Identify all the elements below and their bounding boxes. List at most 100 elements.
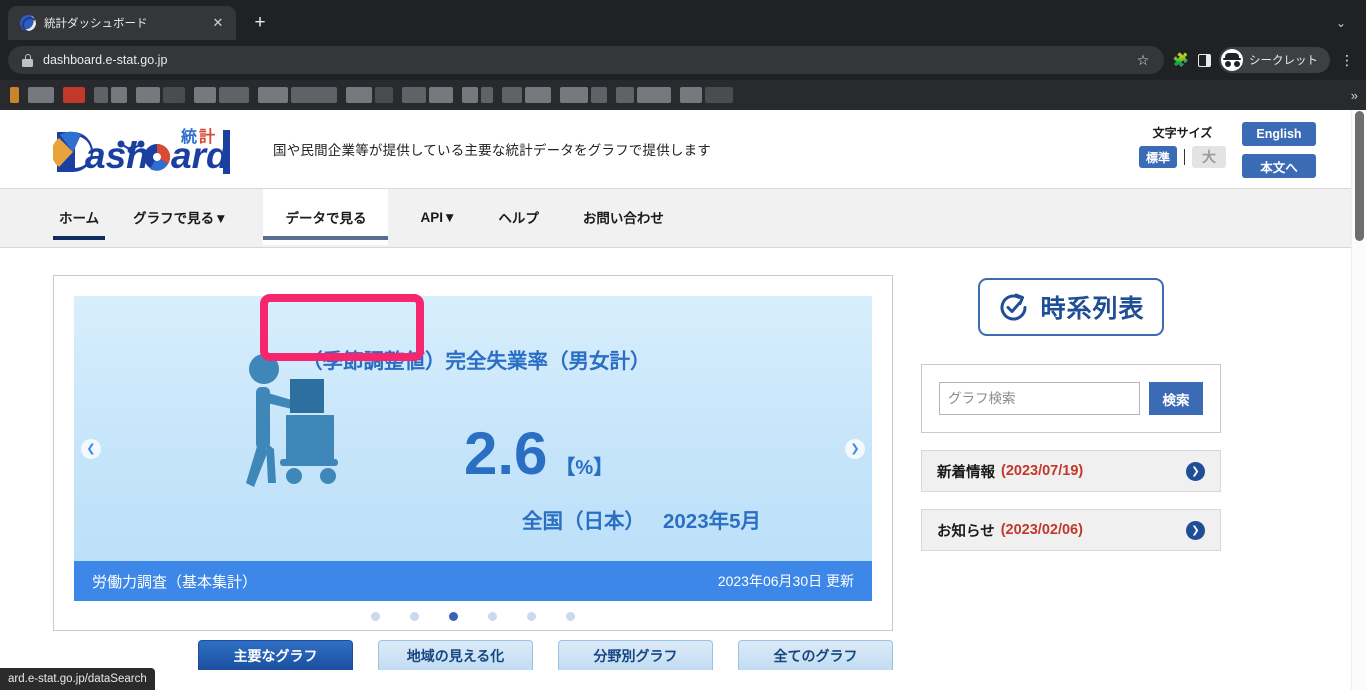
browser-menu-icon[interactable]: ⋮ [1336,55,1358,65]
carousel-dot[interactable] [371,612,380,621]
nav-item-label: ホーム [59,207,99,227]
bookmark-item[interactable] [194,86,249,104]
nav-item-home[interactable]: ホーム [53,189,105,245]
bookmark-item[interactable] [258,86,337,104]
tab-all-graphs[interactable]: 全てのグラフ [738,640,893,670]
main-content: （季節調整値）完全失業率（男女計） 2.6 【%】 全国（日本）2023年5月 … [0,248,1366,670]
font-size-standard-button[interactable]: 標準 [1139,146,1177,168]
new-tab-button[interactable]: + [246,9,274,37]
font-size-control: 文字サイズ 標準 大 [1139,120,1226,168]
statistic-banner[interactable]: （季節調整値）完全失業率（男女計） 2.6 【%】 全国（日本）2023年5月 … [74,296,872,601]
bookmark-item[interactable] [402,86,453,104]
bookmark-item[interactable] [560,86,607,104]
lock-icon [22,54,33,67]
nav-item-help[interactable]: ヘルプ [492,189,545,245]
worker-pushing-cart-icon [224,351,354,516]
browser-chrome: 統計ダッシュボード ✕ + ⌄ dashboard.e-stat.go.jp ☆… [0,0,1366,110]
extensions-puzzle-icon[interactable]: 🧩 [1170,52,1192,68]
carousel-dot[interactable] [488,612,497,621]
notice-label: お知らせ [937,520,995,541]
bookmark-item[interactable] [462,86,493,104]
right-sidebar: 時系列表 検索 新着情報 (2023/07/19) ❯ お知らせ (2023/0… [921,275,1221,670]
bookmarks-bar: » [0,80,1366,110]
banner-footer: 労働力調査（基本集計） 2023年06月30日 更新 [74,561,872,601]
nav-item-label: グラフで見る▼ [133,207,227,227]
nav-active-bar [492,236,545,240]
banner-value-row: 2.6 【%】 [464,424,613,484]
bookmark-item[interactable] [10,86,19,104]
notice-date: (2023/02/06) [1001,522,1083,538]
tab-field-graphs[interactable]: 分野別グラフ [558,640,713,670]
timeseries-table-button[interactable]: 時系列表 [978,278,1164,336]
tab-major-graphs[interactable]: 主要なグラフ [198,640,353,670]
dashboard-logo-svg: ash ard 統 計 [53,122,261,176]
nav-item-data-view[interactable]: データで見る [263,189,388,245]
graph-search-box: 検索 [921,364,1221,433]
nav-active-bar [53,236,105,240]
notice-label: 新着情報 [937,461,995,482]
banner-subtitle: 全国（日本）2023年5月 [522,504,761,534]
font-size-large-button[interactable]: 大 [1192,146,1226,168]
banner-updated: 2023年06月30日 更新 [718,571,854,591]
browser-tab[interactable]: 統計ダッシュボード ✕ [8,6,236,40]
main-navigation: ホーム グラフで見る▼ データで見る API▼ ヘルプ お問い合わせ [0,188,1366,248]
close-icon[interactable]: ✕ [210,15,226,31]
announcements-panel[interactable]: お知らせ (2023/02/06) ❯ [921,509,1221,551]
bookmark-item[interactable] [136,86,185,104]
address-bar[interactable]: dashboard.e-stat.go.jp ☆ [8,46,1164,74]
carousel-dot[interactable] [566,612,575,621]
scrollbar-thumb[interactable] [1355,111,1364,241]
bookmark-star-icon[interactable]: ☆ [1132,52,1154,69]
bookmark-item[interactable] [63,86,85,104]
header-actions: 文字サイズ 標準 大 English 本文へ [1139,120,1346,178]
site-logo[interactable]: ash ard 統 計 [53,122,261,176]
dashboard-favicon-icon [20,15,36,31]
left-column: （季節調整値）完全失業率（男女計） 2.6 【%】 全国（日本）2023年5月 … [53,275,893,670]
nav-item-contact[interactable]: お問い合わせ [577,189,670,245]
address-bar-url: dashboard.e-stat.go.jp [43,53,1122,67]
chevron-down-icon[interactable]: ⌄ [1324,6,1358,40]
notice-date: (2023/07/19) [1001,463,1083,479]
logo-badge-text: 統 [180,127,197,146]
carousel-prev-icon[interactable]: ❮ [81,439,101,459]
bookmark-item[interactable] [680,86,733,104]
carousel-dot-active[interactable] [449,612,458,621]
page-content: ash ard 統 計 国や民間企業等が提供している主要な統計データ [0,110,1366,690]
bookmark-item[interactable] [346,86,393,104]
nav-active-bar [127,236,233,240]
nav-item-label: API▼ [420,210,456,225]
incognito-indicator[interactable]: シークレット [1219,47,1330,73]
nav-item-api[interactable]: API▼ [414,189,462,245]
carousel-dots [74,601,872,630]
skip-to-main-button[interactable]: 本文へ [1242,154,1316,178]
carousel-dot[interactable] [410,612,419,621]
nav-item-graph-view[interactable]: グラフで見る▼ [127,189,233,245]
tab-strip: 統計ダッシュボード ✕ + ⌄ [0,0,1366,40]
tab-title: 統計ダッシュボード [44,15,202,31]
side-panel-icon[interactable] [1198,54,1211,67]
english-button[interactable]: English [1242,122,1316,146]
carousel-next-icon[interactable]: ❯ [845,439,865,459]
graph-tabs: 主要なグラフ 地域の見える化 分野別グラフ 全てのグラフ [53,631,893,670]
banner-value: 2.6 [464,424,547,484]
bookmark-item[interactable] [28,86,54,104]
search-button[interactable]: 検索 [1149,382,1203,415]
new-information-panel[interactable]: 新着情報 (2023/07/19) ❯ [921,450,1221,492]
banner-period: 2023年5月 [663,510,761,533]
bookmark-item[interactable] [616,86,671,104]
carousel-dot[interactable] [527,612,536,621]
site-header: ash ard 統 計 国や民間企業等が提供している主要な統計データ [0,110,1366,188]
incognito-label: シークレット [1249,52,1318,68]
nav-active-bar [263,236,388,240]
search-input[interactable] [939,382,1140,415]
page-scrollbar[interactable] [1351,110,1366,690]
bookmark-item[interactable] [94,86,127,104]
chevron-right-icon: ❯ [1186,462,1205,481]
bookmarks-overflow-icon[interactable]: » [1351,88,1358,103]
nav-active-bar [577,236,670,240]
nav-item-label: ヘルプ [498,207,539,227]
browser-toolbar: dashboard.e-stat.go.jp ☆ 🧩 シークレット ⋮ [0,40,1366,80]
tab-regional-visualization[interactable]: 地域の見える化 [378,640,533,670]
bookmark-item[interactable] [502,86,551,104]
clock-check-icon [997,291,1030,324]
